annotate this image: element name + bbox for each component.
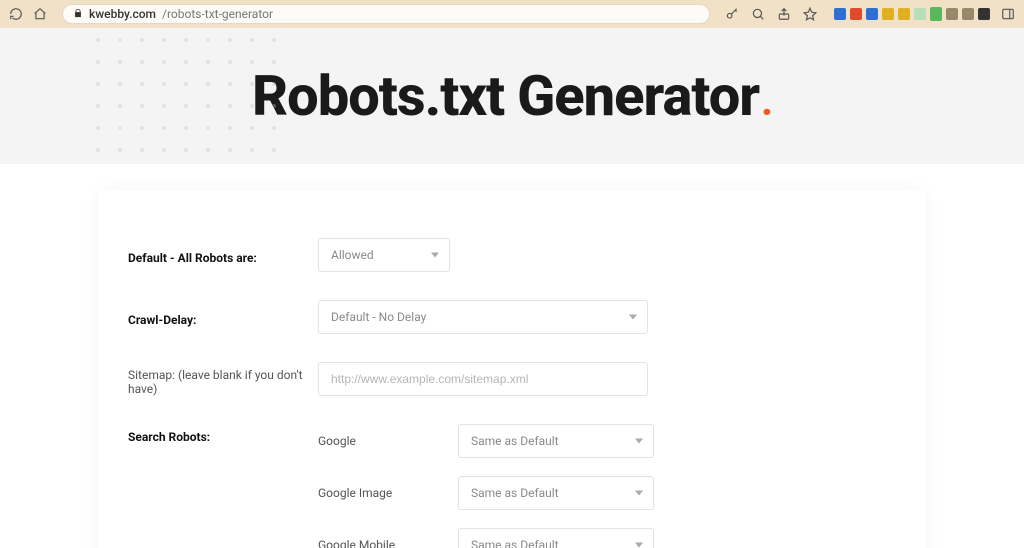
robot-row-google-image: Google Image Same as Default xyxy=(318,476,896,510)
label-search-robots: Search Robots: xyxy=(128,424,318,444)
row-sitemap: Sitemap: (leave blank if you don't have) xyxy=(128,362,896,396)
row-search-robots: Search Robots: Google Same as Default Go… xyxy=(128,424,896,548)
label-crawl-delay: Crawl-Delay: xyxy=(128,307,318,327)
url-path: /robots-txt-generator xyxy=(162,7,273,21)
page-body: Default - All Robots are: Allowed Crawl-… xyxy=(0,164,1024,548)
browser-toolbar: kwebby.com/robots-txt-generator xyxy=(0,0,1024,28)
home-icon[interactable] xyxy=(32,6,48,22)
select-robot-google-image[interactable]: Same as Default xyxy=(458,476,654,510)
page-title: Robots.txt Generator. xyxy=(252,63,772,129)
select-value: Default - No Delay xyxy=(331,310,426,324)
decorative-dots xyxy=(96,38,278,154)
robots-list: Google Same as Default Google Image Same… xyxy=(318,424,896,548)
sidepanel-icon[interactable] xyxy=(1000,6,1016,22)
robot-name: Google Mobile xyxy=(318,538,458,548)
select-crawl-delay[interactable]: Default - No Delay xyxy=(318,300,648,334)
robot-name: Google xyxy=(318,434,458,448)
extension-icon[interactable] xyxy=(850,8,862,20)
robot-row-google-mobile: Google Mobile Same as Default xyxy=(318,528,896,548)
select-value: Same as Default xyxy=(471,434,559,448)
share-icon[interactable] xyxy=(776,6,792,22)
toolbar-right xyxy=(724,6,1016,22)
robot-row-google: Google Same as Default xyxy=(318,424,896,458)
extension-icon[interactable] xyxy=(946,8,958,20)
reload-icon[interactable] xyxy=(8,6,24,22)
extension-icon[interactable] xyxy=(930,7,942,21)
extensions-row xyxy=(834,7,990,21)
select-robot-google-mobile[interactable]: Same as Default xyxy=(458,528,654,548)
url-domain: kwebby.com xyxy=(89,7,156,21)
extension-icon[interactable] xyxy=(962,8,974,20)
row-crawl-delay: Crawl-Delay: Default - No Delay xyxy=(128,300,896,334)
select-robot-google[interactable]: Same as Default xyxy=(458,424,654,458)
row-default-robots: Default - All Robots are: Allowed xyxy=(128,238,896,272)
extension-icon[interactable] xyxy=(866,8,878,20)
star-icon[interactable] xyxy=(802,6,818,22)
extension-icon[interactable] xyxy=(914,8,926,20)
title-dot: . xyxy=(761,78,772,125)
extension-icon[interactable] xyxy=(834,8,846,20)
extension-icon[interactable] xyxy=(978,8,990,20)
input-sitemap[interactable] xyxy=(318,362,648,396)
robot-name: Google Image xyxy=(318,486,458,500)
select-value: Same as Default xyxy=(471,538,559,548)
title-text: Robots.txt Generator xyxy=(252,63,759,129)
select-value: Same as Default xyxy=(471,486,559,500)
address-bar[interactable]: kwebby.com/robots-txt-generator xyxy=(62,4,710,24)
lock-icon xyxy=(73,8,83,21)
select-value: Allowed xyxy=(331,248,374,262)
extension-icon[interactable] xyxy=(898,8,910,20)
extension-icon[interactable] xyxy=(882,8,894,20)
label-sitemap: Sitemap: (leave blank if you don't have) xyxy=(128,362,318,396)
key-icon[interactable] xyxy=(724,6,740,22)
zoom-icon[interactable] xyxy=(750,6,766,22)
hero-section: Robots.txt Generator. xyxy=(0,28,1024,164)
select-default-robots[interactable]: Allowed xyxy=(318,238,450,272)
form-card: Default - All Robots are: Allowed Crawl-… xyxy=(98,190,926,548)
label-default-robots: Default - All Robots are: xyxy=(128,245,318,265)
